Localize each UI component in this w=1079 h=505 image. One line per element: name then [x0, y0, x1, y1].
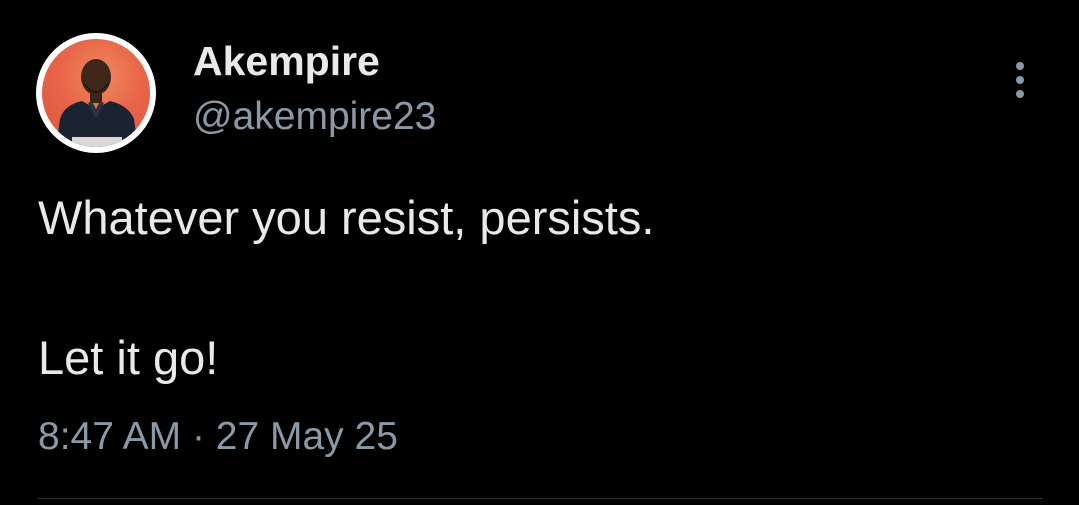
author-handle[interactable]: @akempire23	[193, 95, 436, 139]
more-vertical-icon	[1016, 62, 1024, 98]
tweet-card: Akempire @akempire23 Whatever you resist…	[0, 0, 1079, 505]
tweet-text-line: Let it go!	[38, 331, 219, 384]
more-options-button[interactable]	[1000, 58, 1040, 102]
tweet-time[interactable]: 8:47 AM	[38, 415, 181, 458]
tweet-timestamp: 8:47 AM · 27 May 25	[38, 415, 398, 459]
avatar[interactable]	[36, 33, 156, 153]
tweet-date[interactable]: 27 May 25	[216, 415, 398, 458]
author-display-name[interactable]: Akempire	[193, 38, 380, 85]
timestamp-separator: ·	[191, 415, 205, 458]
tweet-text-line: Whatever you resist, persists.	[38, 191, 655, 244]
person-silhouette-icon	[56, 59, 138, 147]
avatar-photo	[42, 39, 150, 147]
divider	[38, 498, 1043, 499]
